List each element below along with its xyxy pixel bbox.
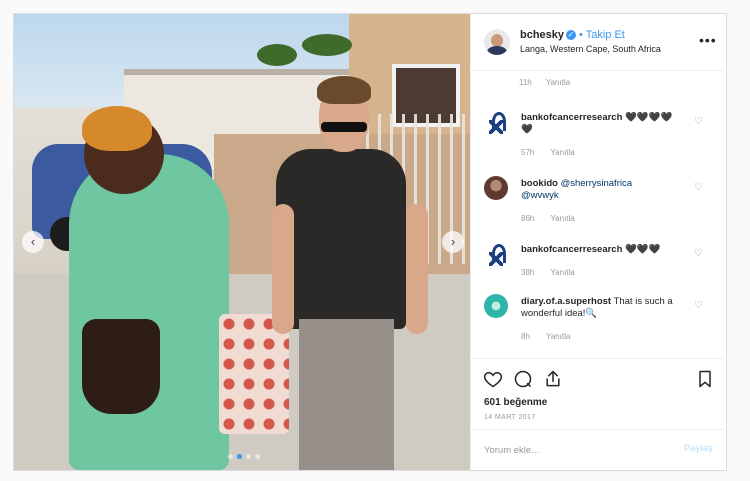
- carousel-dot-active: [237, 454, 242, 459]
- photo-man-hair: [317, 76, 371, 104]
- comment-meta: 8h Yanıtla: [521, 332, 584, 341]
- comment-username[interactable]: bankofcancerresearch: [521, 112, 622, 123]
- ribbon-avatar[interactable]: [484, 110, 508, 134]
- comment-age: 57h: [521, 148, 535, 157]
- comment-age: 11h: [519, 78, 532, 87]
- reply-button[interactable]: Yanıtla: [550, 148, 574, 157]
- follow-button[interactable]: • Takip Et: [579, 29, 625, 41]
- comment-body: 🖤🖤🖤🖤: [625, 112, 673, 123]
- comment-text: bookido @sherrysinafrica @wvwyk: [521, 178, 696, 202]
- post-date: 14 MART 2017: [484, 414, 536, 421]
- heart-icon[interactable]: ♡: [694, 300, 703, 311]
- photo-sunglasses: [321, 122, 367, 132]
- heart-icon[interactable]: ♡: [694, 116, 703, 127]
- post-sidebar: bchesky ✓ • Takip Et Langa, Western Cape…: [470, 14, 727, 470]
- comment-text: bankofcancerresearch 🖤🖤🖤🖤 🖤: [521, 112, 696, 136]
- prev-photo-button[interactable]: ‹: [22, 231, 44, 253]
- post-comment-button[interactable]: Paylaş: [684, 443, 713, 454]
- comment-text: diary.of.a.superhost That is such a wond…: [521, 296, 696, 320]
- comment-username[interactable]: bookido: [521, 178, 558, 189]
- photo-palm: [257, 44, 297, 66]
- bookmark-icon[interactable]: [695, 369, 715, 389]
- ribbon-avatar[interactable]: [484, 242, 508, 266]
- photo-man-arm: [406, 204, 428, 334]
- comment-age: 86h: [521, 214, 535, 223]
- photo-palm: [302, 34, 352, 56]
- username-link[interactable]: bchesky: [520, 29, 564, 41]
- heart-icon[interactable]: ♡: [694, 182, 703, 193]
- photo-woman: [69, 154, 229, 470]
- comment-icon[interactable]: [513, 369, 533, 389]
- comment-meta: 11h Yanıtla: [519, 78, 582, 87]
- comment-text: bankofcancerresearch 🖤🖤🖤: [521, 244, 696, 256]
- comment-meta: 86h Yanıtla: [521, 214, 589, 223]
- mention-link[interactable]: @wvwyk: [521, 190, 559, 201]
- location-link[interactable]: Langa, Western Cape, South Africa: [520, 44, 661, 54]
- photo-man-arm: [272, 204, 294, 334]
- carousel-dot: [228, 454, 233, 459]
- more-options-button[interactable]: •••: [699, 32, 717, 48]
- separator-dot: •: [579, 29, 583, 41]
- avatar[interactable]: [484, 29, 510, 55]
- chevron-left-icon: ‹: [30, 234, 36, 249]
- heart-icon[interactable]: ♡: [694, 248, 703, 259]
- post-header: bchesky ✓ • Takip Et Langa, Western Cape…: [471, 14, 727, 71]
- post-actions: 601 beğenme 14 MART 2017 Paylaş: [471, 358, 727, 471]
- reply-button[interactable]: Yanıtla: [546, 332, 570, 341]
- reply-button[interactable]: Yanıtla: [550, 268, 574, 277]
- comments-list[interactable]: 11h Yanıtla bankofcancerresearch 🖤🖤🖤🖤 🖤 …: [471, 70, 727, 358]
- carousel-dots: [228, 454, 260, 459]
- post-photo[interactable]: ‹ ›: [14, 14, 470, 470]
- photo-man-pants: [299, 319, 394, 470]
- comment-age: 8h: [521, 332, 530, 341]
- reply-button[interactable]: Yanıtla: [546, 78, 570, 87]
- add-comment-bar: Paylaş: [471, 429, 727, 472]
- comment-input[interactable]: [484, 442, 674, 458]
- verified-badge-icon: ✓: [566, 30, 576, 40]
- likes-count[interactable]: 601 beğenme: [484, 397, 547, 408]
- share-icon[interactable]: [543, 369, 563, 389]
- follow-label: Takip Et: [585, 29, 625, 41]
- chevron-right-icon: ›: [450, 234, 456, 249]
- carousel-dot: [255, 454, 260, 459]
- comment-username[interactable]: diary.of.a.superhost: [521, 296, 611, 307]
- carousel-dot: [246, 454, 251, 459]
- user-avatar[interactable]: [484, 294, 508, 318]
- comment-meta: 38h Yanıtla: [521, 268, 589, 277]
- heart-icon[interactable]: [483, 369, 503, 389]
- mention-link[interactable]: @sherrysinafrica: [561, 178, 632, 189]
- comment-age: 38h: [521, 268, 535, 277]
- photo-woman-hair: [82, 106, 152, 151]
- photo-man-shirt: [276, 149, 406, 329]
- reply-button[interactable]: Yanıtla: [550, 214, 574, 223]
- next-photo-button[interactable]: ›: [442, 231, 464, 253]
- comment-meta: 57h Yanıtla: [521, 148, 589, 157]
- post-card: ‹ › bchesky ✓ • Takip Et Langa, Western …: [13, 13, 727, 471]
- comment-body: 🖤🖤🖤: [625, 244, 661, 255]
- comment-username[interactable]: bankofcancerresearch: [521, 244, 622, 255]
- photo-bag: [82, 319, 160, 414]
- comment-body-cont: 🖤: [521, 124, 533, 135]
- user-avatar[interactable]: [484, 176, 508, 200]
